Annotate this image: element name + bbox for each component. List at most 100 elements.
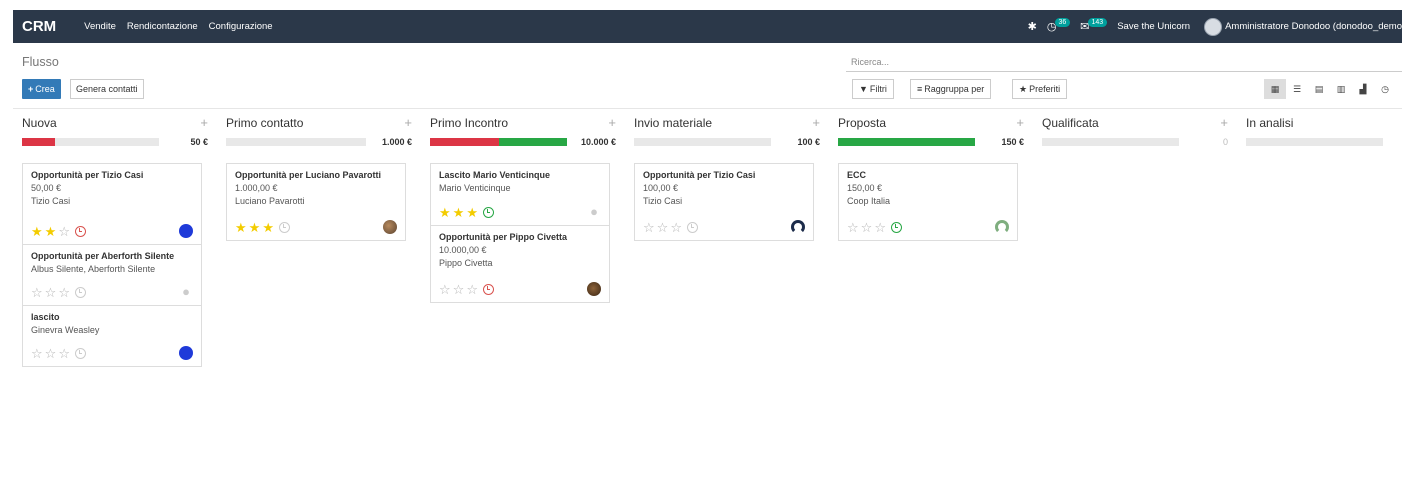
column-title[interactable]: Qualificata (1042, 116, 1099, 130)
card-footer: ★ ★ ☆ (31, 224, 193, 238)
priority-star-icon[interactable]: ★ (235, 221, 247, 234)
grey-clock-icon[interactable] (686, 221, 698, 233)
column-progress-bar[interactable] (838, 138, 975, 146)
column-title[interactable]: Invio materiale (634, 116, 712, 130)
filters-button[interactable]: ▼ Filtri (852, 79, 894, 99)
list-view-icon[interactable]: ☰ (1286, 79, 1308, 99)
generate-leads-button[interactable]: Genera contatti (70, 79, 144, 99)
activity-clock-icon[interactable]: ◷ 36 (1047, 18, 1071, 33)
activity-view-icon[interactable]: ◷ (1374, 79, 1396, 99)
priority-star-icon[interactable]: ☆ (847, 221, 859, 234)
kanban-card[interactable]: lascito Ginevra Weasley ☆ ☆ ☆ (22, 305, 202, 367)
column-add-icon[interactable]: + (200, 115, 208, 130)
priority-star-icon[interactable]: ☆ (466, 283, 478, 296)
column-title[interactable]: Primo Incontro (430, 116, 508, 130)
priority-star-icon[interactable]: ★ (466, 206, 478, 219)
column-progress-bar[interactable] (22, 138, 159, 146)
column-title[interactable]: Primo contatto (226, 116, 303, 130)
priority-star-icon[interactable]: ☆ (453, 283, 465, 296)
graph-view-icon[interactable]: ▟ (1352, 79, 1374, 99)
photo-avatar-icon[interactable] (587, 282, 601, 296)
group-by-button[interactable]: ≡ Raggruppa per (910, 79, 992, 99)
column-add-icon[interactable]: + (404, 115, 412, 130)
favorites-button[interactable]: ★ Preferiti (1012, 79, 1068, 99)
red-clock-icon[interactable] (482, 283, 494, 295)
column-title[interactable]: In analisi (1246, 116, 1293, 130)
priority-star-icon[interactable]: ☆ (670, 221, 682, 234)
blue-avatar-icon[interactable] (179, 224, 193, 238)
green-clock-icon[interactable] (890, 221, 902, 233)
grey-clock-icon[interactable] (278, 221, 290, 233)
priority-star-icon[interactable]: ☆ (31, 347, 43, 360)
column-header: Proposta + (838, 112, 1024, 134)
priority-star-icon[interactable]: ★ (439, 206, 451, 219)
column-progress-bar[interactable] (226, 138, 366, 146)
priority-star-icon[interactable]: ☆ (861, 221, 873, 234)
card-footer: ★ ★ ★ (235, 220, 397, 234)
red-clock-icon[interactable] (74, 225, 86, 237)
kanban-card[interactable]: Opportunità per Tizio Casi 50,00 € Tizio C… (22, 163, 202, 245)
placeholder-avatar-icon[interactable]: ● (587, 205, 601, 219)
priority-star-icon[interactable]: ☆ (58, 225, 70, 238)
priority-star-icon[interactable]: ☆ (45, 286, 57, 299)
priority-star-icon[interactable]: ☆ (58, 286, 70, 299)
card-footer: ☆ ☆ ☆ (847, 220, 1009, 234)
column-add-icon[interactable]: + (1016, 115, 1024, 130)
column-title[interactable]: Nuova (22, 116, 57, 130)
column-progress-bar[interactable] (634, 138, 771, 146)
list-icon: ≡ (917, 84, 923, 94)
column-add-icon[interactable]: + (812, 115, 820, 130)
kanban-card[interactable]: Lascito Mario Venticinque Mario Venticinq… (430, 163, 610, 226)
card-footer: ☆ ☆ ☆ ● (31, 285, 193, 299)
app-title[interactable]: CRM (22, 18, 56, 35)
menu-vendite[interactable]: Vendite (84, 21, 116, 32)
priority-star-icon[interactable]: ☆ (643, 221, 655, 234)
kanban-card[interactable]: Opportunità per Luciano Pavarotti 1.000,0… (226, 163, 406, 241)
priority-star-icon[interactable]: ☆ (31, 286, 43, 299)
column-title[interactable]: Proposta (838, 116, 886, 130)
grey-clock-icon[interactable] (74, 347, 86, 359)
bug-icon[interactable]: ✱ (1028, 20, 1037, 33)
user-menu[interactable]: Amministratore Donodoo (donodoo_demo (1204, 17, 1402, 36)
priority-star-icon[interactable]: ☆ (439, 283, 451, 296)
kanban-column: In analisi+ (1246, 112, 1402, 499)
kanban-card[interactable]: ECC 150,00 € Coop Italia ☆ ☆ ☆ (838, 163, 1018, 241)
kanban-card[interactable]: Opportunità per Pippo Civetta 10.000,00 €… (430, 225, 610, 303)
priority-star-icon[interactable]: ☆ (45, 347, 57, 360)
photo-avatar-icon[interactable] (383, 220, 397, 234)
pivot-view-icon[interactable]: ▥ (1330, 79, 1352, 99)
placeholder-avatar-icon[interactable]: ● (179, 285, 193, 299)
column-add-icon[interactable]: + (1220, 115, 1228, 130)
priority-star-icon[interactable]: ★ (262, 221, 274, 234)
create-button[interactable]: + Crea (22, 79, 61, 99)
priority-star-icon[interactable]: ★ (31, 225, 43, 238)
priority-star-icon[interactable]: ★ (45, 225, 57, 238)
green-clock-icon[interactable] (482, 206, 494, 218)
search-input[interactable]: Ricerca... (846, 54, 1402, 72)
star-icon: ★ (1019, 83, 1028, 94)
save-unicorn-link[interactable]: Save the Unicorn (1117, 21, 1190, 32)
green-avatar-icon[interactable] (995, 220, 1009, 234)
menu-rendicontazione[interactable]: Rendicontazione (127, 21, 198, 32)
filter-icon: ▼ (859, 84, 868, 94)
kanban-card[interactable]: Opportunità per Aberforth Silente Albus S… (22, 244, 202, 306)
calendar-view-icon[interactable]: ▤ (1308, 79, 1330, 99)
priority-star-icon[interactable]: ★ (249, 221, 261, 234)
grey-clock-icon[interactable] (74, 286, 86, 298)
messages-icon[interactable]: ✉ 143 (1080, 18, 1108, 33)
column-progress-bar[interactable] (1042, 138, 1179, 146)
card-footer: ★ ★ ★ ● (439, 205, 601, 219)
kanban-card[interactable]: Opportunità per Tizio Casi 100,00 € Tizio … (634, 163, 814, 241)
column-total: 1.000 € (381, 137, 412, 147)
column-progress-bar[interactable] (430, 138, 567, 146)
menu-configurazione[interactable]: Configurazione (209, 21, 273, 32)
priority-star-icon[interactable]: ☆ (58, 347, 70, 360)
kanban-view-icon[interactable]: ▦ (1264, 79, 1286, 99)
priority-star-icon[interactable]: ☆ (657, 221, 669, 234)
priority-star-icon[interactable]: ☆ (874, 221, 886, 234)
column-progress-bar[interactable] (1246, 138, 1383, 146)
priority-star-icon[interactable]: ★ (453, 206, 465, 219)
navy-avatar-icon[interactable] (791, 220, 805, 234)
blue-avatar-icon[interactable] (179, 346, 193, 360)
column-add-icon[interactable]: + (608, 115, 616, 130)
